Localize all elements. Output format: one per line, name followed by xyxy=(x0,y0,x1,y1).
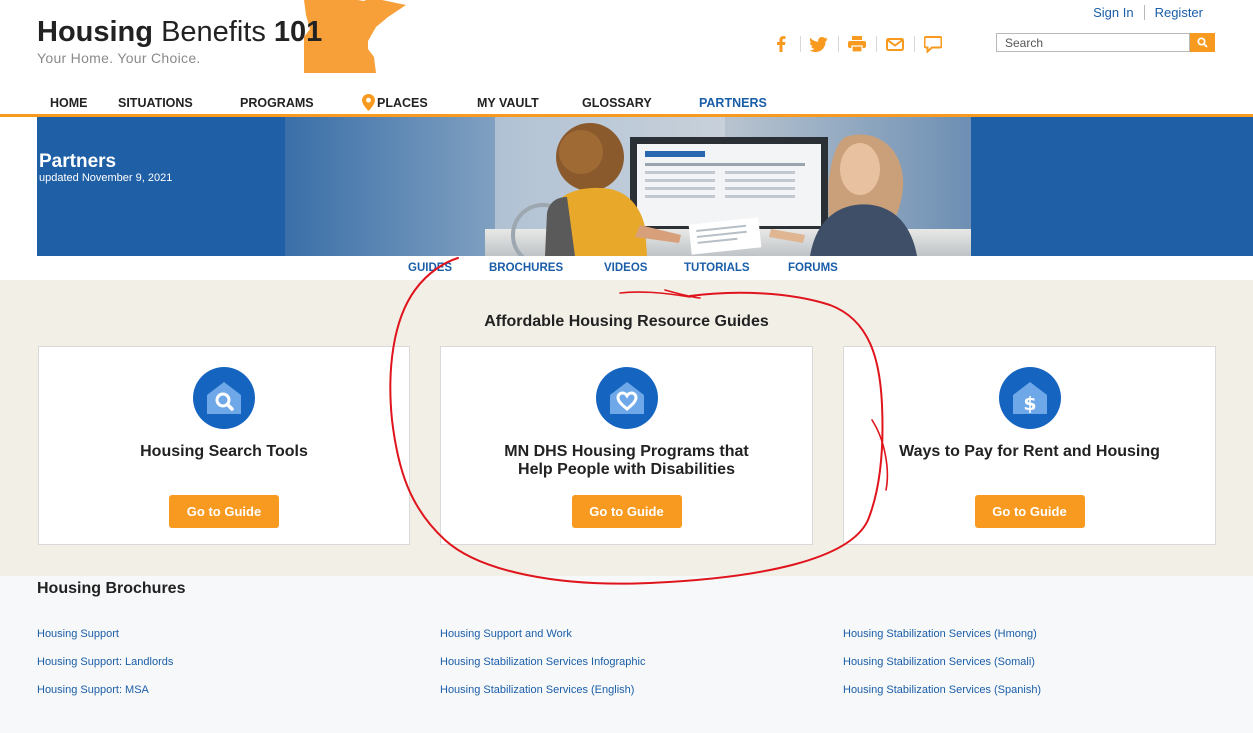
search-icon xyxy=(1197,37,1208,48)
nav-item-my-vault[interactable]: MY VAULT xyxy=(477,94,582,111)
section-title: Affordable Housing Resource Guides xyxy=(484,313,769,330)
svg-text:$: $ xyxy=(1023,393,1036,415)
location-pin-icon xyxy=(362,94,375,111)
logo-title: Housing Benefits 101 xyxy=(37,16,323,48)
nav-item-partners[interactable]: PARTNERS xyxy=(699,94,767,111)
guide-card-title: MN DHS Housing Programs that Help People … xyxy=(504,443,749,478)
chat-icon[interactable] xyxy=(914,33,952,55)
brochure-link[interactable]: Housing Support: Landlords xyxy=(37,656,173,668)
go-to-guide-button[interactable]: Go to Guide xyxy=(169,495,279,528)
search-box xyxy=(996,33,1215,52)
main-nav: HOME SITUATIONS PROGRAMS PLACES MY VAULT… xyxy=(0,84,1253,117)
brochure-link[interactable]: Housing Support: MSA xyxy=(37,684,149,696)
nav-item-glossary[interactable]: GLOSSARY xyxy=(582,94,699,111)
brochure-link[interactable]: Housing Stabilization Services (English) xyxy=(440,684,634,696)
subnav-item-forums[interactable]: FORUMS xyxy=(788,262,838,274)
search-button[interactable] xyxy=(1190,33,1215,52)
twitter-icon[interactable] xyxy=(800,33,838,55)
facebook-icon[interactable] xyxy=(762,33,800,55)
subnav-item-guides[interactable]: GUIDES xyxy=(408,262,489,274)
go-to-guide-button[interactable]: Go to Guide xyxy=(974,495,1085,528)
user-links-divider xyxy=(1143,5,1145,20)
section-title: Housing Brochures xyxy=(37,580,186,597)
guide-card-ways-to-pay: $ Ways to Pay for Rent and Housing Go to… xyxy=(843,346,1216,545)
guide-card-title: Housing Search Tools xyxy=(140,443,308,460)
nav-item-situations[interactable]: SITUATIONS xyxy=(118,94,240,111)
brochure-link[interactable]: Housing Stabilization Services Infograph… xyxy=(440,656,645,668)
go-to-guide-button[interactable]: Go to Guide xyxy=(571,495,682,528)
sub-nav: GUIDES BROCHURES VIDEOS TUTORIALS FORUMS xyxy=(0,256,1253,280)
housing-brochures-section: Housing Brochures Housing Support Housin… xyxy=(0,576,1253,733)
nav-item-programs[interactable]: PROGRAMS xyxy=(240,94,362,111)
house-search-icon xyxy=(193,367,255,429)
site-logo[interactable]: Housing Benefits 101 Your Home. Your Cho… xyxy=(37,16,322,66)
guide-card-title: Ways to Pay for Rent and Housing xyxy=(899,443,1160,460)
email-icon[interactable] xyxy=(876,33,914,55)
user-links: Sign In Register xyxy=(1093,5,1203,20)
brochure-link[interactable]: Housing Support xyxy=(37,628,119,640)
nav-item-places[interactable]: PLACES xyxy=(362,94,477,111)
brochure-link[interactable]: Housing Support and Work xyxy=(440,628,572,640)
banner-photo xyxy=(285,117,971,256)
page-updated-date: updated November 9, 2021 xyxy=(39,172,173,184)
register-link[interactable]: Register xyxy=(1155,5,1203,20)
house-heart-icon xyxy=(595,367,658,429)
page-title: Partners xyxy=(39,151,117,172)
guide-card-mn-dhs-programs: MN DHS Housing Programs that Help People … xyxy=(440,346,813,545)
partners-banner: Partners updated November 9, 2021 xyxy=(37,117,1253,256)
subnav-item-brochures[interactable]: BROCHURES xyxy=(489,262,604,274)
brochure-link[interactable]: Housing Stabilization Services (Hmong) xyxy=(843,628,1037,640)
house-dollar-icon: $ xyxy=(998,367,1061,429)
sign-in-link[interactable]: Sign In xyxy=(1093,5,1133,20)
subnav-item-tutorials[interactable]: TUTORIALS xyxy=(684,262,788,274)
social-icons xyxy=(762,33,952,55)
site-header: Housing Benefits 101 Your Home. Your Cho… xyxy=(0,0,1253,84)
print-icon[interactable] xyxy=(838,33,876,55)
brochure-link[interactable]: Housing Stabilization Services (Somali) xyxy=(843,656,1035,668)
brochure-link[interactable]: Housing Stabilization Services (Spanish) xyxy=(843,684,1041,696)
search-input[interactable] xyxy=(996,33,1190,52)
nav-item-home[interactable]: HOME xyxy=(50,94,118,111)
resource-guides-section: Affordable Housing Resource Guides Housi… xyxy=(0,280,1253,576)
subnav-item-videos[interactable]: VIDEOS xyxy=(604,262,684,274)
guide-card-housing-search: Housing Search Tools Go to Guide xyxy=(38,346,410,545)
logo-tagline: Your Home. Your Choice. xyxy=(37,50,201,66)
